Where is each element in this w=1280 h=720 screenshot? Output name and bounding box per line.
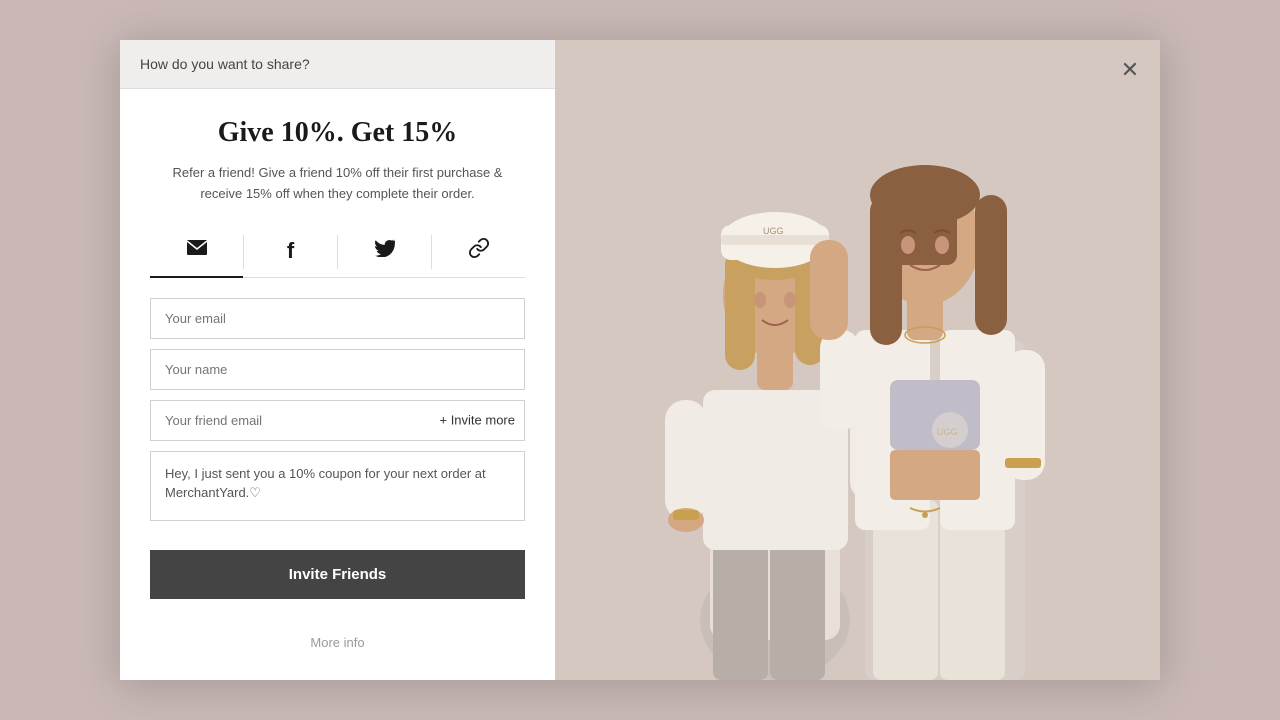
header-text: How do you want to share? <box>140 56 310 72</box>
left-panel: How do you want to share? Give 10%. Get … <box>120 40 555 680</box>
tab-email[interactable] <box>150 227 243 277</box>
invite-friends-label: Invite Friends <box>289 566 387 583</box>
svg-text:UGG: UGG <box>937 427 958 437</box>
name-field-group <box>150 349 525 390</box>
right-panel: UGG UGG <box>555 40 1160 680</box>
panel-body: Give 10%. Get 15% Refer a friend! Give a… <box>120 89 555 680</box>
share-tabs: f <box>150 227 525 278</box>
more-info-section: More info <box>150 620 525 660</box>
more-info-link[interactable]: More info <box>310 635 364 650</box>
email-field-group <box>150 298 525 339</box>
tab-twitter[interactable] <box>338 227 431 277</box>
link-icon <box>468 237 490 265</box>
facebook-icon: f <box>287 238 294 264</box>
invite-friends-button[interactable]: Invite Friends <box>150 550 525 599</box>
tab-link[interactable] <box>432 227 525 277</box>
message-textarea[interactable]: Hey, I just sent you a 10% coupon for yo… <box>150 451 525 521</box>
close-button[interactable]: ✕ <box>1112 52 1148 88</box>
invite-more-button[interactable]: + Invite more <box>439 413 515 428</box>
modal: ✕ How do you want to share? Give 10%. Ge… <box>120 40 1160 680</box>
message-field-group: Hey, I just sent you a 10% coupon for yo… <box>150 451 525 526</box>
svg-text:UGG: UGG <box>763 226 784 236</box>
invite-more-label: + Invite more <box>439 413 515 428</box>
subtitle: Refer a friend! Give a friend 10% off th… <box>150 163 525 205</box>
friend-email-field-group: + Invite more <box>150 400 525 441</box>
email-icon <box>186 239 208 262</box>
close-icon: ✕ <box>1121 57 1139 83</box>
email-input[interactable] <box>150 298 525 339</box>
twitter-icon <box>374 239 396 263</box>
panel-header: How do you want to share? <box>120 40 555 89</box>
more-info-text: More info <box>310 635 364 650</box>
tab-facebook[interactable]: f <box>244 227 337 277</box>
fashion-image: UGG UGG <box>555 40 1160 680</box>
main-title: Give 10%. Get 15% <box>150 117 525 149</box>
name-input[interactable] <box>150 349 525 390</box>
